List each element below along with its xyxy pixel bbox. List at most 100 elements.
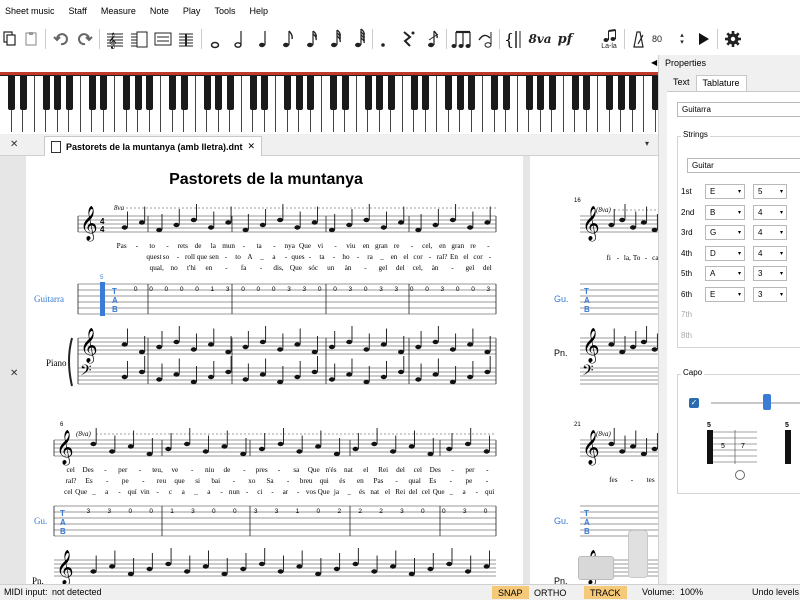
black-key[interactable] — [606, 76, 613, 110]
settings-gear-icon[interactable] — [722, 28, 744, 50]
dynamics-button[interactable]: pf — [554, 28, 576, 50]
tab-tablature[interactable]: Tablature — [695, 75, 747, 91]
black-key[interactable] — [88, 76, 96, 110]
rest-icon[interactable] — [398, 28, 418, 50]
tie-note-icon[interactable] — [476, 28, 494, 50]
measure-icon[interactable] — [176, 28, 196, 50]
black-key[interactable] — [180, 76, 188, 110]
zoom-slider[interactable] — [628, 530, 648, 578]
close-tab-icon[interactable]: ✕ — [247, 141, 255, 152]
menu-sheet-music[interactable]: Sheet music — [0, 6, 64, 16]
grace-note-icon[interactable] — [424, 28, 442, 50]
add-instrument-icon[interactable] — [128, 28, 150, 50]
black-key[interactable] — [249, 76, 257, 110]
sixty-fourth-note-icon[interactable] — [350, 28, 368, 50]
black-key[interactable] — [341, 76, 349, 110]
piano-keyboard[interactable] — [0, 72, 671, 134]
black-key[interactable] — [134, 76, 142, 110]
undo-icon[interactable] — [52, 28, 70, 50]
string-note-select[interactable]: E ▾ — [705, 286, 745, 302]
string-octave-stepper[interactable]: 4 ▾ — [753, 245, 787, 261]
string-note-select[interactable]: E ▾ — [705, 184, 745, 199]
lyrics-button[interactable]: La-la — [596, 28, 622, 50]
menu-tools[interactable]: Tools — [209, 6, 244, 16]
black-key[interactable] — [468, 76, 475, 110]
string-octave-stepper[interactable]: 3 ▾ — [753, 266, 787, 281]
black-key[interactable] — [215, 76, 222, 110]
capo-checkbox[interactable]: ✓ — [689, 398, 699, 408]
string-note-select[interactable]: B ▾ — [705, 204, 745, 220]
ortho-toggle[interactable]: ORTHO — [528, 586, 572, 599]
whole-note-icon[interactable] — [206, 28, 224, 50]
black-key[interactable] — [364, 76, 372, 110]
black-key[interactable] — [422, 76, 429, 110]
black-key[interactable] — [123, 76, 130, 110]
triplet-icon[interactable] — [450, 28, 472, 50]
black-key[interactable] — [203, 76, 211, 110]
sixteenth-note-icon[interactable] — [302, 28, 320, 50]
string-octave-stepper[interactable]: 4 ▾ — [753, 225, 787, 240]
black-key[interactable] — [571, 76, 579, 110]
half-note-icon[interactable] — [230, 28, 248, 50]
metronome-icon[interactable] — [628, 28, 648, 50]
menu-staff[interactable]: Staff — [64, 6, 96, 16]
black-key[interactable] — [376, 76, 383, 110]
menu-measure[interactable]: Measure — [96, 6, 145, 16]
play-icon[interactable] — [694, 28, 714, 50]
lyrics-box-icon[interactable] — [153, 28, 173, 50]
track-toggle[interactable]: TRACK — [584, 586, 627, 599]
score-view[interactable]: ✕ Pastorets de la muntanya 8va 𝄞 4 4 Pas - to -… — [0, 156, 658, 584]
close-panel-icon[interactable]: ✕ — [10, 139, 18, 150]
black-key[interactable] — [502, 76, 510, 110]
black-key[interactable] — [226, 76, 234, 110]
black-key[interactable] — [42, 76, 50, 110]
string-octave-stepper[interactable]: 5 ▾ — [753, 184, 787, 199]
black-key[interactable] — [307, 76, 314, 110]
black-key[interactable] — [295, 76, 303, 110]
black-key[interactable] — [456, 76, 464, 110]
string-note-select[interactable]: D ▾ — [705, 245, 745, 261]
redo-icon[interactable] — [76, 28, 94, 50]
piano-keys[interactable] — [0, 76, 671, 132]
thirty-second-note-icon[interactable] — [326, 28, 344, 50]
black-key[interactable] — [330, 76, 337, 110]
black-key[interactable] — [54, 76, 61, 110]
black-key[interactable] — [8, 76, 15, 110]
eighth-note-icon[interactable] — [278, 28, 296, 50]
zoom-overlay-button[interactable] — [578, 556, 614, 580]
tempo-stepper[interactable]: ▴ ▾ — [676, 28, 688, 50]
capo-radio[interactable] — [735, 470, 745, 480]
black-key[interactable] — [583, 76, 590, 110]
menu-play[interactable]: Play — [178, 6, 210, 16]
capo-slider-track[interactable] — [711, 402, 800, 404]
black-key[interactable] — [284, 76, 291, 110]
black-key[interactable] — [491, 76, 498, 110]
string-note-select[interactable]: A ▾ — [705, 266, 745, 281]
black-key[interactable] — [537, 76, 544, 110]
black-key[interactable] — [65, 76, 73, 110]
dot-icon[interactable] — [376, 28, 390, 50]
black-key[interactable] — [548, 76, 556, 110]
add-staff-icon[interactable]: 𝄞 — [104, 28, 126, 50]
black-key[interactable] — [100, 76, 107, 110]
string-octave-stepper[interactable]: 4 ▾ — [753, 204, 787, 220]
quarter-note-icon[interactable] — [254, 28, 272, 50]
tab-list-chevron-icon[interactable]: ▾ — [645, 139, 649, 148]
menu-note[interactable]: Note — [145, 6, 178, 16]
paste-icon[interactable] — [24, 28, 40, 50]
black-key[interactable] — [146, 76, 153, 110]
copy-icon[interactable] — [2, 28, 18, 50]
ottava-button[interactable]: 8va — [528, 28, 552, 50]
close-side-icon[interactable]: ✕ — [10, 368, 18, 379]
string-note-select[interactable]: G ▾ — [705, 225, 745, 240]
black-key[interactable] — [387, 76, 395, 110]
snap-toggle[interactable]: SNAP — [492, 586, 529, 599]
black-key[interactable] — [410, 76, 418, 110]
black-key[interactable] — [19, 76, 27, 110]
black-key[interactable] — [261, 76, 268, 110]
black-key[interactable] — [617, 76, 625, 110]
instrument-field[interactable]: Guitarra — [677, 102, 800, 117]
tab-text[interactable]: Text — [667, 75, 696, 91]
capo-slider-thumb[interactable] — [763, 394, 771, 410]
black-key[interactable] — [525, 76, 533, 110]
